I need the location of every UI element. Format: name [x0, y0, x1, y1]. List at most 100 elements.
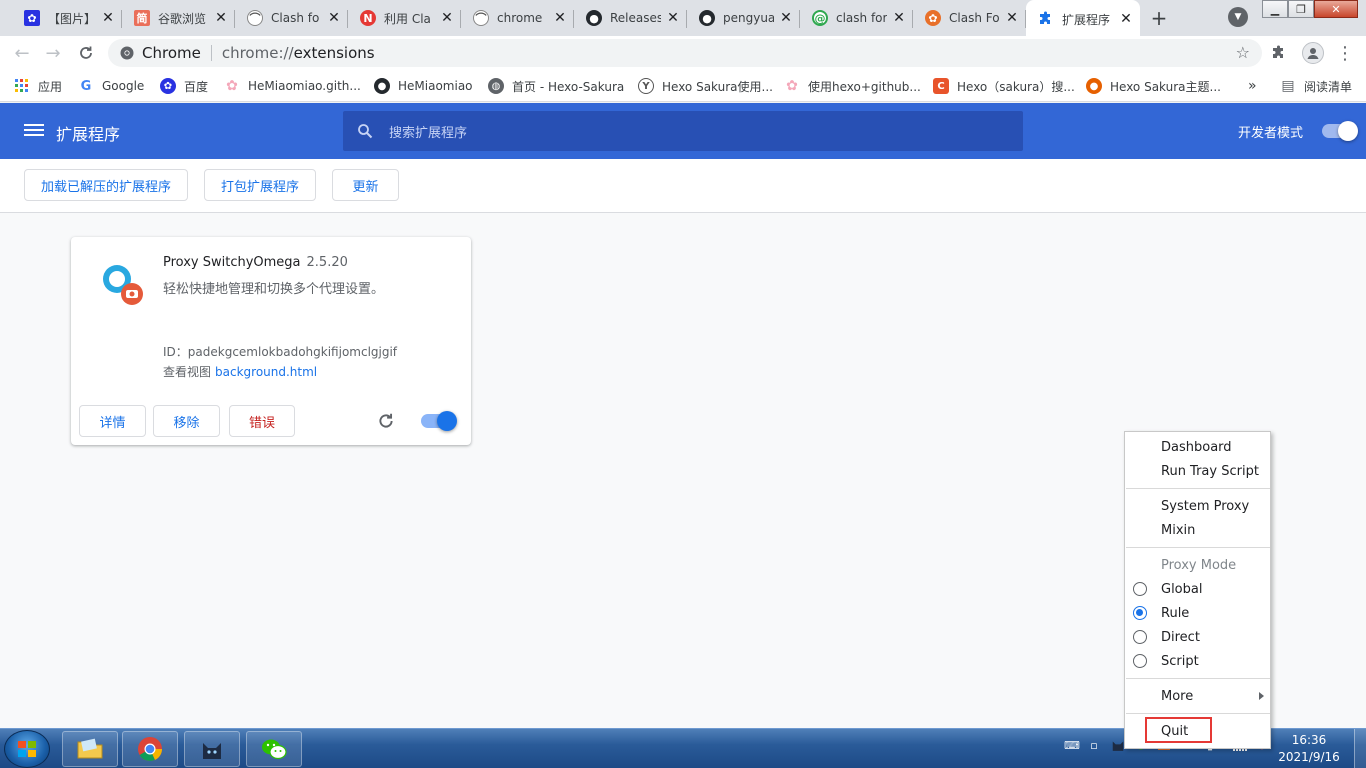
bookmark-apps[interactable]: 应用: [14, 76, 62, 96]
tab-search-icon[interactable]: ▼: [1228, 7, 1248, 27]
extensions-header: 扩展程序 搜索扩展程序 开发者模式: [0, 103, 1366, 159]
reading-list-label: 阅读清单: [1304, 79, 1353, 94]
tab-close-icon[interactable]: ✕: [1004, 10, 1020, 26]
tab-close-icon[interactable]: ✕: [439, 10, 455, 26]
profile-avatar-icon[interactable]: [1302, 42, 1324, 64]
details-button[interactable]: 详情: [79, 405, 146, 437]
bookmark-hexo-sakura-home[interactable]: ◍ 首页 - Hexo-Sakura: [488, 76, 624, 96]
tab-releases[interactable]: ● Releases ✕: [574, 4, 687, 32]
menu-kebab-icon[interactable]: ⋮: [1334, 42, 1356, 64]
menu-item-global[interactable]: Global: [1161, 578, 1202, 600]
cloudflare-icon: ⌒: [473, 10, 489, 26]
apps-grid-icon: [14, 78, 30, 94]
menu-item-direct[interactable]: Direct: [1161, 626, 1200, 648]
tab-close-icon[interactable]: ✕: [213, 10, 229, 26]
load-unpacked-button[interactable]: 加载已解压的扩展程序: [24, 169, 188, 201]
tab-jianshu[interactable]: 简 谷歌浏览 ✕: [122, 4, 235, 32]
radio-rule[interactable]: [1133, 606, 1147, 620]
github-icon: ●: [586, 10, 602, 26]
tab-close-icon[interactable]: ✕: [100, 10, 116, 26]
bookmark-hexo-sakura-usage[interactable]: Y Hexo Sakura使用...: [638, 76, 773, 96]
taskbar-explorer[interactable]: [62, 731, 118, 767]
update-button[interactable]: 更新: [332, 169, 399, 201]
forward-button[interactable]: →: [40, 40, 66, 66]
back-button[interactable]: ←: [9, 40, 35, 66]
tab-extensions[interactable]: 扩展程序 ✕: [1026, 0, 1140, 36]
tab-close-icon[interactable]: ✕: [552, 10, 568, 26]
tab-clash-for-2[interactable]: @ clash for ✕: [800, 4, 913, 32]
tab-liyong-clash[interactable]: N 利用 Cla ✕: [348, 4, 461, 32]
pack-extension-button[interactable]: 打包扩展程序: [204, 169, 316, 201]
search-icon: [358, 124, 373, 139]
y-logo-icon: Y: [638, 78, 654, 94]
remove-button[interactable]: 移除: [153, 405, 220, 437]
errors-button[interactable]: 错误: [229, 405, 295, 437]
bookmark-hexo-github[interactable]: ✿ 使用hexo+github...: [784, 76, 921, 96]
taskbar-chrome[interactable]: [122, 731, 178, 767]
firefox-icon: ●: [1086, 78, 1102, 94]
puzzle-icon: [1038, 11, 1054, 27]
bookmark-google[interactable]: G Google: [78, 76, 145, 96]
menu-item-more[interactable]: More: [1161, 685, 1193, 707]
github-icon: ●: [699, 10, 715, 26]
bookmark-baidu[interactable]: ✿ 百度: [160, 76, 208, 96]
taskbar-clock[interactable]: 16:36 2021/9/16: [1276, 732, 1342, 766]
tab-close-icon[interactable]: ✕: [891, 10, 907, 26]
url-scheme: chrome://: [221, 44, 294, 62]
tab-pengyua[interactable]: ● pengyua ✕: [687, 4, 800, 32]
menu-item-rule[interactable]: Rule: [1161, 602, 1189, 624]
n-logo-icon: N: [360, 10, 376, 26]
start-button[interactable]: [4, 730, 50, 768]
restore-button[interactable]: ❐: [1288, 0, 1314, 18]
tray-small-icon[interactable]: ▫: [1086, 737, 1102, 753]
bookmark-hexo-sakura-search[interactable]: C Hexo（sakura）搜...: [933, 76, 1075, 96]
reload-extension-icon[interactable]: [377, 412, 395, 430]
radio-global[interactable]: [1133, 582, 1147, 596]
bookmark-hemiaomiao-github-io[interactable]: ✿ HeMiaomiao.gith...: [224, 76, 361, 96]
taskbar-clash[interactable]: [184, 731, 240, 767]
tab-chrome[interactable]: ⌒ chrome ✕: [461, 4, 574, 32]
developer-mode-toggle[interactable]: [1322, 121, 1358, 141]
keyboard-icon[interactable]: ⌨: [1064, 737, 1080, 753]
extensions-puzzle-icon[interactable]: [1268, 42, 1290, 64]
tab-close-icon[interactable]: ✕: [326, 10, 342, 26]
baidu-paw-icon: ✿: [160, 78, 176, 94]
search-extensions-input[interactable]: 搜索扩展程序: [343, 111, 1023, 151]
menu-item-run-tray-script[interactable]: Run Tray Script: [1161, 460, 1259, 482]
tab-close-icon[interactable]: ✕: [1118, 11, 1134, 27]
close-window-button[interactable]: ✕: [1314, 0, 1358, 18]
background-page-link[interactable]: background.html: [215, 365, 317, 379]
radio-script[interactable]: [1133, 654, 1147, 668]
quit-highlight-box: [1145, 717, 1212, 743]
tab-title: 扩展程序: [1062, 12, 1111, 27]
bookmark-hexo-sakura-theme[interactable]: ● Hexo Sakura主题...: [1086, 76, 1221, 96]
bookmark-star-icon[interactable]: ☆: [1236, 43, 1250, 62]
address-bar[interactable]: Chrome chrome:// extensions ☆: [108, 39, 1262, 67]
tab-strip: ✿ 【图片】 ✕ 简 谷歌浏览 ✕ ⌒ Clash fo ✕ N 利用 Cla …: [0, 0, 1366, 36]
tab-close-icon[interactable]: ✕: [778, 10, 794, 26]
minimize-button[interactable]: ▁: [1262, 0, 1288, 18]
new-tab-button[interactable]: +: [1146, 5, 1172, 31]
bookmark-label: HeMiaomiao: [398, 79, 473, 93]
menu-item-mixin[interactable]: Mixin: [1161, 519, 1195, 541]
menu-item-script[interactable]: Script: [1161, 650, 1199, 672]
menu-item-system-proxy[interactable]: System Proxy: [1161, 495, 1249, 517]
radio-direct[interactable]: [1133, 630, 1147, 644]
tab-clash-fo[interactable]: ✿ Clash Fo ✕: [913, 4, 1026, 32]
extension-enable-toggle[interactable]: [421, 411, 457, 431]
taskbar-wechat[interactable]: [246, 731, 302, 767]
show-desktop-button[interactable]: [1354, 729, 1366, 768]
tab-clash-for[interactable]: ⌒ Clash fo ✕: [235, 4, 348, 32]
menu-item-dashboard[interactable]: Dashboard: [1161, 436, 1232, 458]
tab-tieba[interactable]: ✿ 【图片】 ✕: [12, 4, 122, 32]
hamburger-menu-icon[interactable]: [24, 121, 44, 141]
bookmark-label: 应用: [38, 79, 63, 94]
bookmarks-bar: 应用 G Google ✿ 百度 ✿ HeMiaomiao.gith... ● …: [0, 70, 1366, 102]
tab-close-icon[interactable]: ✕: [665, 10, 681, 26]
bookmarks-overflow-button[interactable]: »: [1248, 76, 1257, 96]
extension-name-line: Proxy SwitchyOmega 2.5.20: [163, 255, 348, 270]
reload-button[interactable]: [73, 40, 99, 66]
browser-toolbar: ← → Chrome chrome:// extensions ☆ ⋮: [0, 36, 1366, 70]
bookmark-hemiaomiao[interactable]: ● HeMiaomiao: [374, 76, 473, 96]
reading-list-button[interactable]: ▤ 阅读清单: [1280, 76, 1352, 96]
